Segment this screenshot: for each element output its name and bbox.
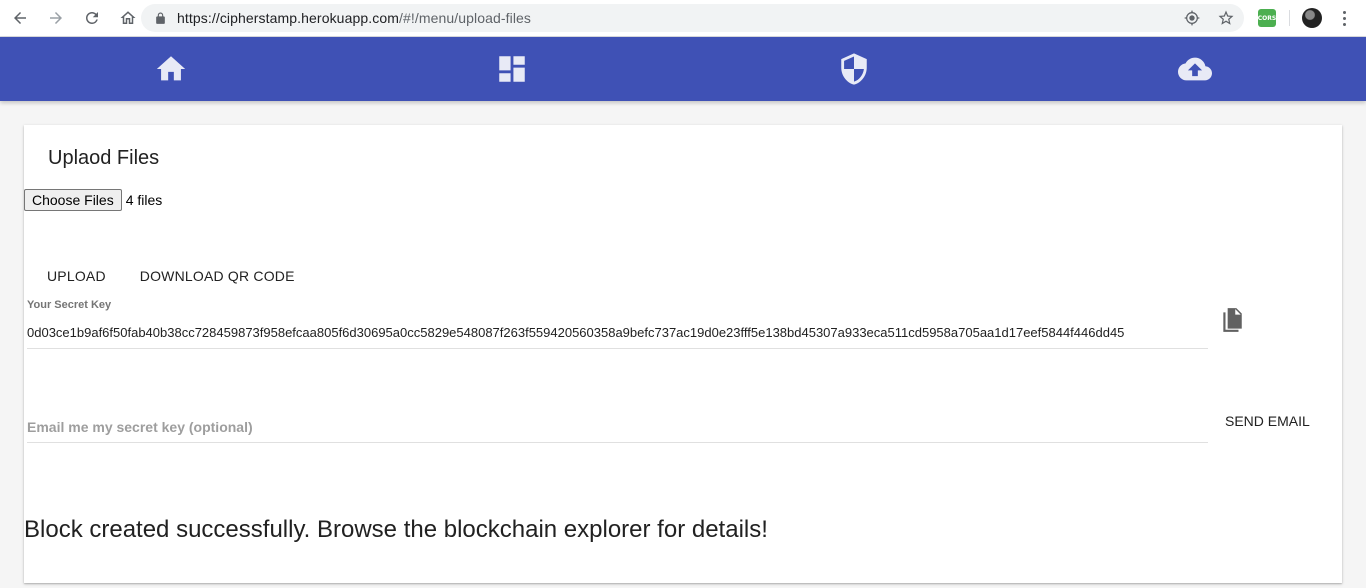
action-buttons: UPLOAD DOWNLOAD QR CODE [39, 262, 303, 290]
copy-icon[interactable] [1221, 307, 1243, 333]
choose-files-button[interactable]: Choose Files [24, 189, 122, 211]
tab-home[interactable] [0, 37, 342, 101]
back-icon[interactable] [4, 2, 36, 34]
send-email-button[interactable]: SEND EMAIL [1217, 407, 1318, 435]
file-count: 4 files [125, 192, 163, 208]
lock-icon [153, 11, 167, 25]
reload-icon[interactable] [76, 2, 108, 34]
shield-icon [841, 53, 867, 85]
cors-extension-icon[interactable]: CORS [1258, 9, 1276, 27]
app-toolbar [0, 37, 1366, 101]
toolbar-divider [1289, 10, 1290, 26]
upload-card: Uplaod Files Choose Files 4 files UPLOAD… [24, 125, 1342, 583]
secret-key-field[interactable]: 0d03ce1b9af6f50fab40b38cc728459873f958ef… [27, 321, 1208, 349]
download-qr-button[interactable]: DOWNLOAD QR CODE [132, 262, 303, 290]
cors-extension-label: CORS [1257, 14, 1277, 22]
success-message: Block created successfully. Browse the b… [24, 516, 768, 543]
dashboard-icon [499, 56, 525, 82]
home-icon [156, 56, 185, 81]
star-icon[interactable] [1216, 8, 1236, 28]
tab-upload[interactable] [1025, 37, 1366, 101]
url-host: https://cipherstamp.herokuapp.com [177, 10, 399, 26]
tab-dashboard[interactable] [342, 37, 684, 101]
tab-security[interactable] [683, 37, 1025, 101]
email-field[interactable] [27, 411, 1208, 443]
secret-key-label: Your Secret Key [27, 299, 112, 311]
upload-button[interactable]: UPLOAD [39, 262, 114, 290]
location-icon[interactable] [1182, 8, 1202, 28]
url-text: https://cipherstamp.herokuapp.com/#!/men… [177, 10, 531, 26]
browser-bar: https://cipherstamp.herokuapp.com/#!/men… [0, 0, 1366, 37]
forward-icon[interactable] [40, 2, 72, 34]
profile-avatar[interactable] [1302, 8, 1322, 28]
page-title: Uplaod Files [48, 147, 160, 169]
menu-icon[interactable] [1336, 7, 1352, 29]
url-path: /#!/menu/upload-files [398, 10, 532, 26]
home-icon[interactable] [112, 2, 144, 34]
address-bar[interactable]: https://cipherstamp.herokuapp.com/#!/men… [141, 4, 1244, 32]
file-picker: Choose Files 4 files [24, 189, 162, 211]
cloud-upload-icon [1178, 57, 1213, 81]
